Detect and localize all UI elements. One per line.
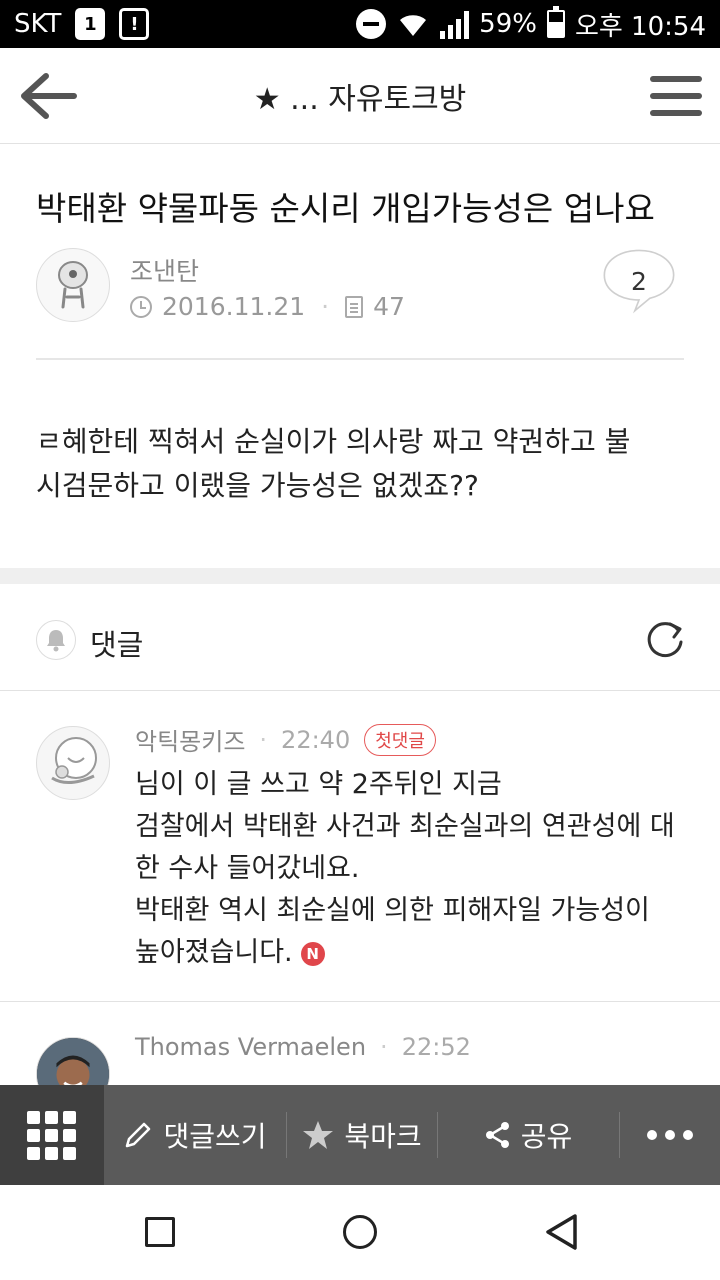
hamburger-menu-icon[interactable] [650,76,702,116]
commenter-avatar[interactable] [36,726,110,800]
comments-label: 댓글 [90,628,144,662]
meta-separator: · [259,725,268,754]
view-count: 47 [373,292,405,321]
comment-header: 악틱몽키즈 · 22:40 첫댓글 [135,722,436,757]
post-meta: 2016.11.21 · 47 [130,292,405,321]
post-body-line: ㄹ혜한테 찍혀서 순실이가 의사랑 짜고 약권하고 불 [36,425,631,458]
post-title: 박태환 약물파동 순시리 개입가능성은 업나요 [36,189,655,228]
comment-item: Thomas Vermaelen · 22:52 ㅂ고ㅗ네 [0,1003,720,1085]
comment-text-partial: ㅂ고ㅗ네 [135,1077,234,1085]
refresh-icon[interactable] [644,618,686,660]
comments-header: 댓글 [0,584,720,691]
alert-icon: ! [119,8,150,40]
meta-separator: · [321,292,330,321]
profile-photo-icon [37,1038,109,1085]
cartoon-avatar-icon [58,261,88,309]
clock-time: 오후 10:54 [574,11,706,42]
top-nav: ★ ... 자유토크방 [0,48,720,144]
back-arrow-icon[interactable] [18,70,78,122]
comment-text: 님이 이 글 쓰고 약 2주뒤인 지금 검찰에서 박태환 사건과 최순실과의 연… [135,764,695,974]
comment-line: 한 수사 들어갔네요. [135,853,360,884]
share-button[interactable]: 공유 [438,1085,620,1185]
do-not-disturb-icon [356,9,387,39]
board-title[interactable]: ★ ... 자유토크방 [0,74,720,118]
carrier-label: SKT [14,9,62,39]
notification-icon: 1 [75,8,106,40]
back-triangle-icon[interactable] [543,1213,579,1251]
meta-separator: · [380,1033,388,1061]
bookmark-button[interactable]: 북마크 [287,1085,437,1185]
battery-percent: 59% [479,9,537,39]
new-badge: N [300,941,325,966]
cartoon-avatar-icon [51,737,97,784]
more-options-button[interactable] [620,1085,720,1185]
share-label: 공유 [520,1120,573,1153]
status-bar: SKT 1 ! 59% 오후 10:54 [0,0,720,48]
views-icon [345,295,364,318]
more-dots-icon [647,1130,694,1140]
bookmark-label: 북마크 [344,1120,422,1153]
comment-line: 박태환 역시 최순실에 의한 피해자일 가능성이 [135,895,650,926]
commenter-avatar[interactable] [36,1037,110,1085]
author-name[interactable]: 조낸탄 [130,252,199,288]
comment-time: 22:52 [401,1033,471,1061]
clock-icon [130,295,152,318]
comment-line: 검찰에서 박태환 사건과 최순실과의 연관성에 대 [135,811,675,842]
section-gap [0,568,720,584]
commenter-name[interactable]: Thomas Vermaelen [135,1033,366,1061]
star-icon [303,1121,334,1149]
signal-icon [440,9,470,39]
comment-item: 악틱몽키즈 · 22:40 첫댓글 님이 이 글 쓰고 약 2주뒤인 지금 검찰… [0,692,720,1002]
recent-apps-icon[interactable] [145,1217,175,1247]
grid-menu-button[interactable] [0,1085,104,1185]
write-comment-label: 댓글쓰기 [163,1120,267,1153]
comment-line: 높아졌습니다. [135,937,293,968]
comment-line: 님이 이 글 쓰고 약 2주뒤인 지금 [135,769,502,800]
comment-count[interactable]: 2 [594,248,684,314]
divider [36,358,684,360]
bell-icon[interactable] [36,620,76,660]
grid-icon [27,1110,77,1160]
first-comment-badge: 첫댓글 [364,723,436,756]
battery-icon [546,6,565,38]
wifi-icon [400,15,427,36]
post-date: 2016.11.21 [162,292,306,321]
post-body-line: 시검문하고 이랬을 가능성은 없겠죠?? [36,469,479,502]
system-nav-bar [0,1185,720,1280]
comment-line-last: 높아졌습니다. N [135,932,695,974]
bottom-toolbar: 댓글쓰기 북마크 공유 [0,1085,720,1185]
pencil-icon [126,1122,151,1148]
comment-time: 22:40 [281,725,351,754]
share-icon [485,1122,509,1148]
author-avatar[interactable] [36,248,110,322]
post-body: ㄹ혜한테 찍혀서 순실이가 의사랑 짜고 약권하고 불 시검문하고 이랬을 가능… [36,420,686,508]
comment-header: Thomas Vermaelen · 22:52 [135,1033,471,1061]
home-icon[interactable] [343,1215,377,1249]
write-comment-button[interactable]: 댓글쓰기 [104,1085,287,1185]
commenter-name[interactable]: 악틱몽키즈 [135,722,245,757]
